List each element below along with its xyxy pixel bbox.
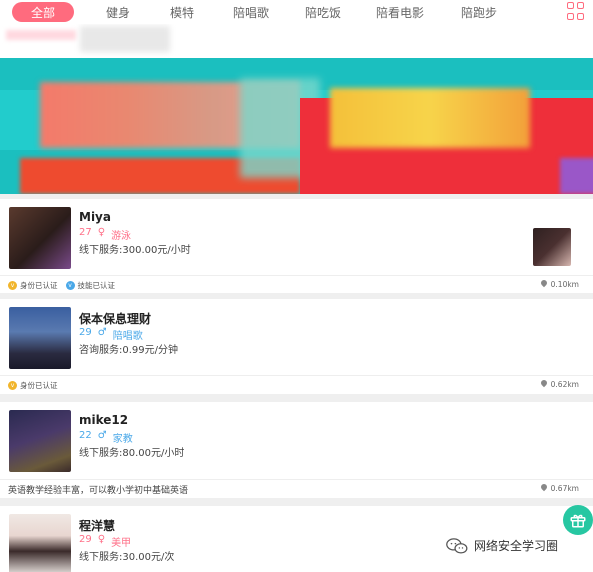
user-intro: 英语教学经验丰富，可以教小学初中基础英语: [8, 485, 189, 496]
female-icon: ♀: [97, 534, 106, 545]
tab-model[interactable]: 模特: [150, 2, 214, 22]
user-name: Miya: [79, 210, 111, 224]
location-pin-icon: [541, 280, 547, 289]
location-pin-icon: [541, 380, 547, 389]
gift-button[interactable]: [563, 505, 593, 535]
user-meta: 22 ♂ 家教: [79, 430, 133, 445]
obscured-text: [6, 30, 76, 40]
distance: 0.62km: [541, 380, 579, 389]
user-meta: 27 ♀ 游泳: [79, 227, 132, 242]
verified-icon: v: [8, 280, 17, 290]
male-icon: ♂: [97, 430, 107, 441]
avatar: [9, 410, 71, 472]
skill-verified-badge: v 技能已认证: [65, 280, 115, 291]
service-price: 线下服务:300.00元/小时: [79, 245, 191, 256]
card-footer: v 身份已认证 v 技能已认证 0.10km: [0, 275, 593, 294]
user-card[interactable]: Miya 27 ♀ 游泳 线下服务:300.00元/小时 v 身份已认证 v 技能已认证…: [0, 199, 593, 293]
location-pin-icon: [541, 484, 547, 493]
tab-dine[interactable]: 陪吃饭: [292, 2, 354, 22]
watermark: 网络安全学习圈: [446, 537, 558, 554]
promo-banner[interactable]: [0, 58, 593, 194]
app-screen: { "tabs": [ {"label": "全部", "active": tr…: [0, 0, 593, 572]
avatar: [9, 307, 71, 369]
id-verified-badge: v 身份已认证: [8, 380, 58, 391]
distance: 0.67km: [541, 484, 579, 493]
card-footer: v 身份已认证 0.62km: [0, 375, 593, 394]
distance: 0.10km: [541, 280, 579, 289]
wechat-icon: [446, 537, 468, 554]
service-price: 线下服务:30.00元/次: [79, 552, 175, 563]
male-icon: ♂: [97, 327, 107, 338]
user-meta: 29 ♀ 美甲: [79, 534, 132, 549]
avatar: [9, 207, 71, 269]
category-tab-bar: 全部 健身 模特 陪唱歌 陪吃饭 陪看电影 陪跑步: [0, 0, 593, 24]
verified-icon: v: [8, 380, 17, 390]
avatar: [9, 514, 71, 572]
user-name: mike12: [79, 413, 129, 427]
user-name: 保本保息理财: [79, 312, 152, 326]
tab-run[interactable]: 陪跑步: [448, 2, 510, 22]
tab-sing[interactable]: 陪唱歌: [220, 2, 282, 22]
grid-icon[interactable]: [567, 2, 585, 20]
user-card[interactable]: mike12 22 ♂ 家教 线下服务:80.00元/小时 英语教学经验丰富，可以教…: [0, 402, 593, 498]
notice-strip: [0, 24, 593, 62]
service-price: 线下服务:80.00元/小时: [79, 448, 185, 459]
user-name: 程洋慧: [79, 519, 116, 533]
verified-icon: v: [65, 280, 75, 290]
card-footer: 英语教学经验丰富，可以教小学初中基础英语 0.67km: [0, 479, 593, 498]
user-meta: 29 ♂ 陪唱歌: [79, 327, 143, 342]
service-price: 咨询服务:0.99元/分钟: [79, 345, 179, 356]
watermark-text: 网络安全学习圈: [474, 539, 559, 553]
tab-all[interactable]: 全部: [12, 2, 74, 22]
tab-movie[interactable]: 陪看电影: [362, 2, 438, 22]
obscured-text: [80, 26, 170, 52]
user-card[interactable]: 保本保息理财 29 ♂ 陪唱歌 咨询服务:0.99元/分钟 v 身份已认证 0.62k…: [0, 299, 593, 394]
female-icon: ♀: [97, 227, 106, 238]
tab-fitness[interactable]: 健身: [92, 2, 144, 22]
photo-thumbnail[interactable]: [533, 228, 571, 266]
gift-icon: [570, 514, 586, 528]
id-verified-badge: v 身份已认证: [8, 280, 58, 291]
